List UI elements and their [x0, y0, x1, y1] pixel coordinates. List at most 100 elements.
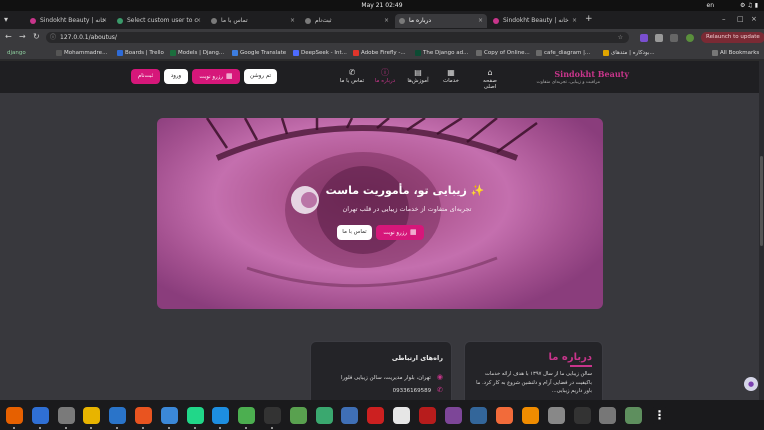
back-icon[interactable]: ←: [5, 32, 12, 41]
system-clock[interactable]: May 21 02:49: [0, 2, 764, 9]
about-text: سالن زیبایی ما از سال ۱۳۹۷ با هدف ارائه …: [476, 371, 592, 394]
tor-icon[interactable]: [444, 407, 462, 424]
hero-contact-label: تماس با ما: [342, 229, 367, 235]
signup-button[interactable]: ثبت‌نام: [131, 69, 160, 84]
image-viewer-icon[interactable]: [315, 407, 333, 424]
dbeaver-icon[interactable]: [341, 407, 359, 424]
obs-icon[interactable]: [264, 407, 281, 424]
nav-about[interactable]: ⓘ درباره ما: [371, 67, 399, 84]
contact-card: راه‌های ارتباطی تهران، بلوار مدیریت، سال…: [310, 341, 452, 400]
booking-button[interactable]: رزرو نوبت ▦: [192, 69, 240, 84]
vscode-icon[interactable]: [212, 407, 230, 424]
hero-booking-button[interactable]: رزرو نوبت ▦: [376, 225, 424, 240]
hero-subtitle: تجربه‌ای متفاوت از خدمات زیبایی در قلب ت…: [342, 205, 472, 213]
address-bar[interactable]: ⓘ 127.0.0.1/aboutus/ ☆: [46, 32, 629, 43]
calendar-icon: ▦: [226, 72, 233, 80]
about-card: درباره ما سالن زیبایی ما از سال ۱۳۹۷ با …: [464, 341, 603, 400]
bookmark-item[interactable]: Google Translate: [232, 48, 286, 58]
trash-icon[interactable]: [625, 407, 643, 424]
bookmark-item[interactable]: Copy of Online...: [476, 48, 530, 58]
files-icon[interactable]: [57, 407, 75, 424]
site-header: Sindokht Beauty مراقبت و زیبایی، تجربه‌ا…: [0, 61, 764, 93]
browser-tab[interactable]: Sindokht Beauty | خانه ×: [26, 14, 111, 28]
browser-toolbar: ← → ↻ ⓘ 127.0.0.1/aboutus/ ☆ Relaunch to…: [0, 29, 764, 46]
about-title: درباره ما: [548, 352, 592, 367]
bookmark-item[interactable]: بودکاره | متدهای...: [603, 48, 655, 58]
close-icon[interactable]: ×: [478, 14, 483, 28]
show-apps-icon[interactable]: ⋮: [651, 407, 668, 424]
vlc-icon[interactable]: [522, 407, 539, 424]
chrome-icon[interactable]: [238, 407, 256, 424]
chat-widget-button[interactable]: ●: [744, 377, 758, 391]
close-icon[interactable]: ×: [102, 14, 107, 28]
bookmark-item[interactable]: Boards | Trello: [117, 48, 164, 58]
browser-tab-active[interactable]: درباره ما ×: [395, 14, 487, 28]
profile-avatar[interactable]: [686, 34, 694, 42]
forward-icon[interactable]: →: [19, 32, 26, 41]
browser-tab[interactable]: تماس با ما ×: [207, 14, 299, 28]
nav-home[interactable]: ⌂ صفحه اصلی: [476, 67, 504, 90]
app-center-icon[interactable]: [135, 407, 152, 424]
minimize-icon[interactable]: –: [722, 15, 726, 23]
bookmark-item[interactable]: Models | Djang...: [170, 48, 224, 58]
close-window-icon[interactable]: ×: [751, 15, 757, 23]
bookmark-item[interactable]: DeepSeek - Int...: [293, 48, 347, 58]
downloads-icon[interactable]: [670, 34, 678, 42]
pycharm-icon[interactable]: [186, 407, 204, 424]
close-icon[interactable]: ×: [572, 14, 577, 28]
system-tray-icons[interactable]: ⚙♫▮: [740, 2, 760, 9]
running-indicator: [193, 427, 196, 429]
close-icon[interactable]: ×: [290, 14, 295, 28]
drive-icon[interactable]: [599, 407, 617, 424]
libreoffice-writer-icon[interactable]: [109, 407, 127, 424]
redis-icon[interactable]: [418, 407, 436, 424]
settings-icon[interactable]: [547, 407, 565, 424]
page-scrollbar[interactable]: [759, 61, 764, 400]
nav-services[interactable]: ▦ خدمات: [437, 67, 465, 84]
bookmark-item[interactable]: django: [7, 48, 26, 58]
bookmark-item[interactable]: The Django ad...: [415, 48, 468, 58]
acrobat-icon[interactable]: [367, 407, 385, 424]
tab-favicon: [117, 18, 123, 24]
new-tab-button[interactable]: +: [585, 14, 593, 24]
running-indicator: [167, 427, 170, 429]
brand-logo[interactable]: Sindokht Beauty: [554, 69, 629, 79]
relaunch-to-update-button[interactable]: Relaunch to update: [701, 32, 764, 43]
theme-toggle-button[interactable]: تم روشن: [244, 69, 277, 84]
tab-favicon: [305, 18, 311, 24]
xournal-icon[interactable]: [393, 407, 410, 424]
contact-phone[interactable]: 09336169589 ✆: [393, 386, 443, 394]
bookmark-item[interactable]: cafe_diagram |...: [536, 48, 590, 58]
bookmark-star-icon[interactable]: ☆: [618, 32, 623, 43]
bookmark-item[interactable]: Mohammadre...: [56, 48, 107, 58]
nav-contact[interactable]: ✆ تماس با ما: [338, 67, 366, 84]
postman-icon[interactable]: [496, 407, 514, 424]
close-icon[interactable]: ×: [196, 14, 201, 28]
screenshot-icon[interactable]: [289, 407, 307, 424]
extension-icon[interactable]: [655, 34, 663, 42]
help-icon[interactable]: [160, 407, 178, 424]
terminal-icon[interactable]: [573, 407, 591, 424]
nav-courses[interactable]: ▤ آموزش‌ها: [404, 67, 432, 84]
bookmark-item[interactable]: Adobe Firefly -...: [353, 48, 406, 58]
all-bookmarks[interactable]: All Bookmarks: [712, 48, 759, 58]
scrollbar-thumb[interactable]: [760, 156, 763, 246]
extension-icon[interactable]: [640, 34, 648, 42]
rhythmbox-icon[interactable]: [83, 407, 101, 424]
site-info-icon[interactable]: ⓘ: [50, 32, 56, 43]
reload-icon[interactable]: ↻: [33, 32, 40, 41]
thunderbird-icon[interactable]: [31, 407, 49, 424]
close-icon[interactable]: ×: [384, 14, 389, 28]
tab-favicon: [399, 18, 405, 24]
maximize-icon[interactable]: □: [737, 15, 744, 23]
postgres-icon[interactable]: [470, 407, 488, 424]
contact-address: تهران، بلوار مدیریت، سالن زیبایی فلورا ◉: [341, 373, 443, 381]
browser-tab[interactable]: Sindokht Beauty | خانه ×: [489, 14, 581, 28]
browser-tab[interactable]: ثبت‌نام ×: [301, 14, 393, 28]
tab-search-icon[interactable]: ▾: [4, 15, 14, 25]
browser-tab[interactable]: Select custom user to c ×: [113, 14, 205, 28]
input-language-indicator[interactable]: en: [707, 2, 715, 9]
hero-contact-button[interactable]: تماس با ما: [337, 225, 372, 240]
login-button[interactable]: ورود: [164, 69, 188, 84]
firefox-icon[interactable]: [6, 407, 23, 424]
